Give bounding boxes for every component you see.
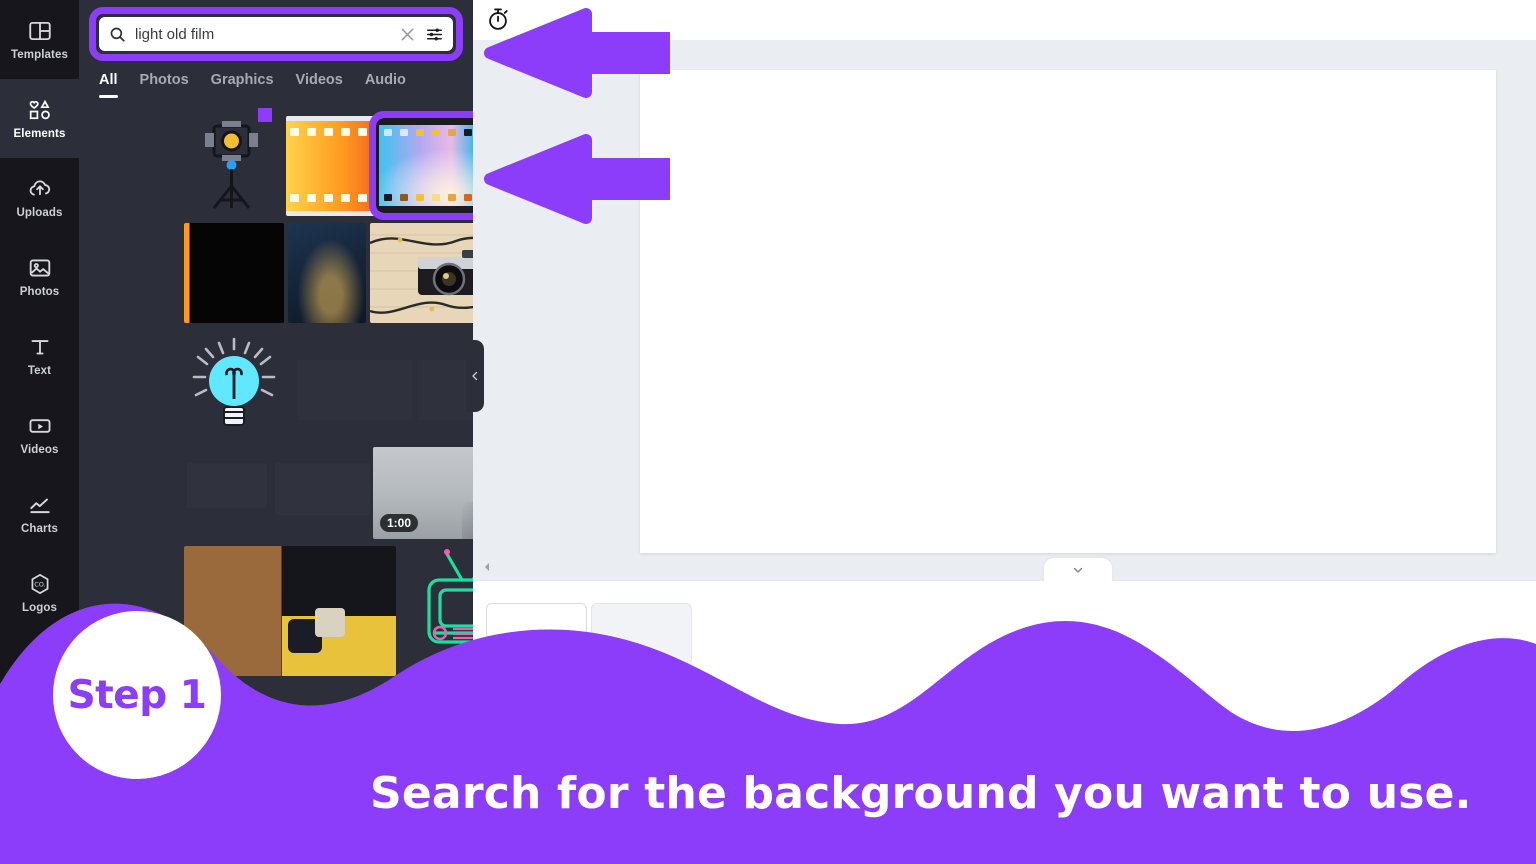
tab-label: Videos [295,72,343,88]
design-canvas[interactable] [640,70,1496,553]
chevron-left-icon [485,563,489,571]
tab-photos[interactable]: Photos [140,72,189,98]
tab-audio[interactable]: Audio [365,72,406,98]
result-item[interactable] [184,116,279,216]
sidebar-item-label: Videos [20,444,59,456]
text-icon [27,334,53,360]
blue-pink-film-strip-thumbnail [376,118,473,213]
timeline-panel [473,558,1536,864]
dark-grain-thumbnail [187,463,267,508]
studio-light-graphic-icon [205,121,258,209]
arrow-to-search-bar [484,8,670,98]
result-item[interactable] [187,463,267,508]
banner-caption: Search for the background you want to us… [370,768,1472,819]
projector-closeup-thumbnail [288,223,366,323]
sidebar-item-text[interactable]: Text [0,316,79,395]
result-item[interactable] [370,223,473,323]
tab-label: All [99,72,118,88]
videos-icon [27,413,53,439]
timeline-collapse-button[interactable] [1044,558,1112,582]
lightbulb-graphic-icon [192,337,276,426]
photos-icon [27,255,53,281]
step-badge: Step 1 [53,611,221,779]
dark-grain-thumbnail [297,360,412,420]
sidebar-item-logos[interactable]: CO. Logos [0,553,79,632]
tab-graphics[interactable]: Graphics [211,72,274,98]
charts-icon [27,492,53,518]
search-input[interactable] [135,25,390,43]
canva-editor-screenshot: Templates Elements Uploads Photos Text V… [0,0,1536,864]
result-item[interactable] [288,223,366,323]
sidebar-item-photos[interactable]: Photos [0,237,79,316]
result-item[interactable] [184,333,284,445]
search-bar[interactable] [99,17,453,51]
sidebar-item-label: Uploads [16,207,63,219]
page-thumbnail[interactable] [591,603,692,665]
tab-all[interactable]: All [99,72,118,98]
chevron-left-icon [472,371,478,381]
tab-label: Audio [364,72,406,88]
result-item[interactable]: 1:00 [373,447,473,539]
panel-collapse-button[interactable] [466,340,484,412]
sidebar-item-uploads[interactable]: Uploads [0,158,79,237]
result-item[interactable] [184,546,396,676]
result-item[interactable] [275,463,370,515]
editor-workspace [473,0,1536,864]
vintage-camera-lights-thumbnail [370,223,473,323]
search-bar-container [89,7,463,61]
black-orange-edge-thumbnail [184,223,284,323]
sidebar-item-elements[interactable]: Elements [0,65,79,172]
result-category-tabs: All Photos Graphics Videos Audio [99,72,459,102]
sidebar-item-label: Text [27,365,52,377]
arrow-to-selected-item [484,134,670,224]
svg-text:CO.: CO. [34,580,45,588]
sidebar-item-videos[interactable]: Videos [0,395,79,474]
page-thumbnail[interactable] [486,603,587,665]
logos-icon: CO. [27,571,53,597]
canvas-area [473,40,1536,580]
templates-icon [27,18,53,44]
close-icon[interactable] [398,25,417,44]
sidebar-item-label: Logos [22,602,57,614]
sidebar-item-label: Templates [11,49,68,61]
sidebar-item-label: Elements [13,128,66,140]
dark-grain-thumbnail [275,463,370,515]
video-duration-badge: 1:00 [380,514,419,532]
chevron-down-icon [1073,567,1083,573]
elements-icon [27,97,53,123]
sidebar-item-label: Photos [19,286,60,298]
sidebar-item-label: Charts [20,523,59,535]
sidebar-item-charts[interactable]: Charts [0,474,79,553]
step-badge-label: Step 1 [67,672,207,718]
result-item-selected-thumbnail[interactable] [369,111,473,220]
sliders-filter-icon[interactable] [425,25,444,44]
canvas-scroll-left-icon[interactable] [481,560,493,572]
result-item[interactable] [297,360,412,420]
tab-label: Graphics [210,72,274,88]
search-icon [108,25,127,44]
tab-label: Photos [139,72,189,88]
tab-videos[interactable]: Videos [296,72,343,98]
uploads-icon [27,176,53,202]
result-item[interactable] [184,223,284,323]
